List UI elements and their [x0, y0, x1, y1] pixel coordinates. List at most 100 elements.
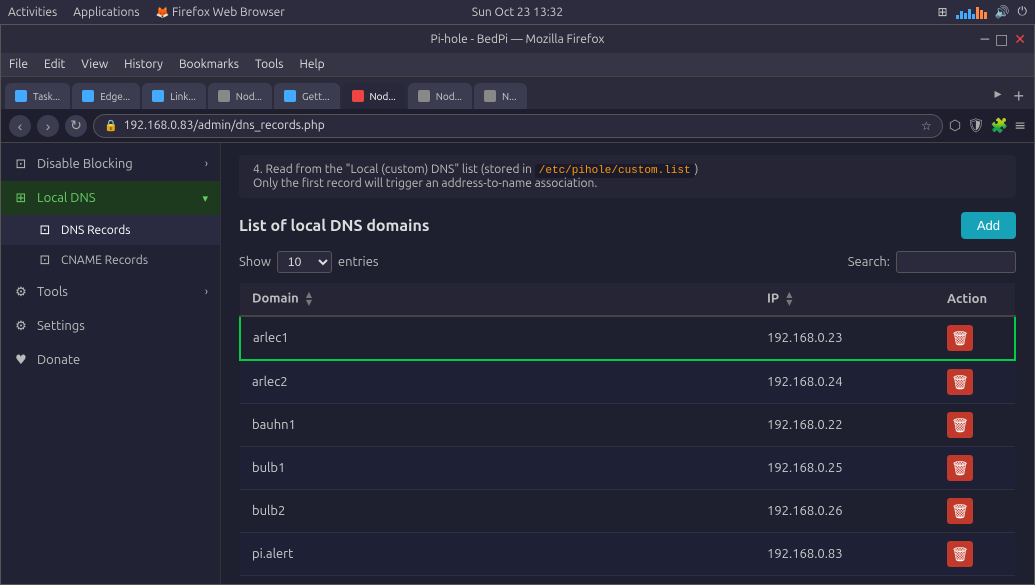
delete-btn[interactable]: 🗑	[947, 498, 973, 524]
bookmark-icon[interactable]: ☆	[921, 119, 932, 133]
tab-nod1[interactable]: Nod...	[208, 83, 272, 109]
menu-help[interactable]: Help	[300, 58, 325, 71]
os-power-icon[interactable]: ⏻	[1018, 5, 1028, 19]
info-note: Only the first record will trigger an ad…	[253, 177, 597, 190]
tab-edge[interactable]: Edge...	[72, 83, 140, 109]
show-label: Show	[239, 255, 271, 269]
dns-table: Domain ▲▼ IP ▲▼ Action arlec1 192.168.0.2…	[239, 283, 1016, 576]
dns-records-label: DNS Records	[61, 224, 130, 237]
info-box: 4. Read from the "Local (custom) DNS" li…	[239, 155, 1016, 198]
sidebar-item-donate[interactable]: ♥ Donate	[1, 343, 220, 377]
settings-icon: ⚙	[13, 318, 29, 334]
tools-label: Tools	[37, 285, 68, 299]
address-text: 192.168.0.83/admin/dns_records.php	[124, 119, 915, 132]
cell-domain: arlec1	[240, 316, 755, 360]
cell-action: 🗑	[935, 316, 1015, 360]
reload-btn[interactable]: ↻	[65, 115, 87, 137]
menu-history[interactable]: History	[124, 58, 163, 71]
cell-action: 🗑	[935, 404, 1015, 447]
browser-addressbar: ‹ › ↻ 🔒 192.168.0.83/admin/dns_records.p…	[1, 109, 1034, 143]
browser-menubar: File Edit View History Bookmarks Tools H…	[1, 53, 1034, 77]
cell-action: 🗑	[935, 490, 1015, 533]
table-row: bulb2192.168.0.26 🗑	[240, 490, 1015, 533]
table-row: arlec2192.168.0.24🗑	[240, 360, 1015, 404]
addon-icon[interactable]: 🧩	[991, 117, 1008, 134]
menu-file[interactable]: File	[9, 58, 28, 71]
cname-records-icon: ⊡	[37, 252, 53, 268]
delete-btn[interactable]: 🗑	[947, 325, 973, 351]
new-tab-btn[interactable]: +	[1007, 83, 1030, 109]
minimize-btn[interactable]: ─	[981, 31, 989, 48]
search-label: Search:	[848, 255, 890, 269]
sidebar-item-tools[interactable]: ⚙ Tools ›	[1, 275, 220, 309]
tab-link[interactable]: Link...	[142, 83, 206, 109]
tabs-overflow-icon[interactable]: ▸	[990, 85, 1005, 102]
disable-blocking-icon: ⊡	[13, 156, 29, 172]
menu-tools[interactable]: Tools	[255, 58, 284, 71]
browser-tabs-bar: Task... Edge... Link... Nod... Gett... N…	[1, 77, 1034, 109]
activities-btn[interactable]: Activities	[8, 6, 57, 19]
cell-ip: 192.168.0.83	[755, 533, 935, 576]
menu-edit[interactable]: Edit	[44, 58, 65, 71]
local-dns-label: Local DNS	[37, 191, 96, 205]
cell-ip: 192.168.0.25	[755, 447, 935, 490]
browser-window: Pi-hole - BedPi — Mozilla Firefox ─ □ ✕ …	[0, 24, 1035, 585]
close-btn[interactable]: ✕	[1014, 31, 1026, 48]
menu-icon[interactable]: ≡	[1014, 117, 1026, 134]
cell-ip: 192.168.0.26	[755, 490, 935, 533]
tab-task[interactable]: Task...	[5, 83, 70, 109]
tab-pihole[interactable]: Nod...	[342, 83, 406, 109]
entries-select[interactable]: 10 25 50 100	[277, 251, 332, 273]
local-dns-arrow: ▾	[202, 192, 208, 205]
tab-favicon	[484, 90, 496, 102]
back-btn[interactable]: ‹	[9, 115, 31, 137]
maximize-btn[interactable]: □	[995, 31, 1008, 48]
os-datetime: Sun Oct 23 13:32	[472, 6, 563, 19]
delete-btn[interactable]: 🗑	[947, 369, 973, 395]
cell-domain: bulb1	[240, 447, 755, 490]
address-bar[interactable]: 🔒 192.168.0.83/admin/dns_records.php ☆	[93, 114, 943, 138]
cell-domain: bulb2	[240, 490, 755, 533]
sort-domain-icon: ▲▼	[306, 291, 312, 307]
tools-icon: ⚙	[13, 284, 29, 300]
sidebar-item-settings[interactable]: ⚙ Settings	[1, 309, 220, 343]
section-title: List of local DNS domains	[239, 217, 429, 235]
tab-nod3[interactable]: Nod...	[408, 83, 472, 109]
forward-btn[interactable]: ›	[37, 115, 59, 137]
menu-bookmarks[interactable]: Bookmarks	[179, 58, 239, 71]
delete-btn[interactable]: 🗑	[947, 455, 973, 481]
delete-btn[interactable]: 🗑	[947, 412, 973, 438]
cell-action: 🗑	[935, 360, 1015, 404]
pocket-icon[interactable]: ⬡	[949, 117, 961, 134]
tab-n[interactable]: N...	[474, 83, 527, 109]
sidebar: ⊡ Disable Blocking › ⊞ Local DNS ▾ ⊡ DNS…	[1, 143, 221, 584]
cname-records-label: CNAME Records	[61, 254, 148, 267]
os-sound-icon[interactable]: 🔊	[995, 5, 1010, 19]
col-domain[interactable]: Domain ▲▼	[240, 283, 755, 316]
menu-view[interactable]: View	[81, 58, 108, 71]
local-dns-icon: ⊞	[13, 190, 29, 206]
os-topbar: Activities Applications 🦊 Firefox Web Br…	[0, 0, 1035, 24]
tab-gett[interactable]: Gett...	[274, 83, 340, 109]
sidebar-item-cname-records[interactable]: ⊡ CNAME Records	[1, 245, 220, 275]
cell-action: 🗑	[935, 533, 1015, 576]
add-button[interactable]: Add	[961, 212, 1016, 239]
tab-favicon	[352, 90, 364, 102]
donate-label: Donate	[37, 353, 80, 367]
shield-icon[interactable]: 🛡	[967, 117, 985, 134]
applications-btn[interactable]: Applications	[73, 6, 139, 19]
lock-icon: 🔒	[104, 119, 118, 132]
search-input[interactable]	[896, 251, 1016, 273]
entries-label: entries	[338, 255, 379, 269]
info-step4: 4. Read from the "Local (custom) DNS" li…	[253, 163, 535, 176]
os-network-icon: ⊞	[937, 5, 947, 19]
col-ip[interactable]: IP ▲▼	[755, 283, 935, 316]
search-box: Search:	[848, 251, 1016, 273]
delete-btn[interactable]: 🗑	[947, 541, 973, 567]
sidebar-item-local-dns[interactable]: ⊞ Local DNS ▾	[1, 181, 220, 215]
sidebar-item-disable-blocking[interactable]: ⊡ Disable Blocking ›	[1, 147, 220, 181]
sidebar-item-dns-records[interactable]: ⊡ DNS Records	[1, 215, 220, 245]
table-row: pi.alert192.168.0.83🗑	[240, 533, 1015, 576]
col-action: Action	[935, 283, 1015, 316]
settings-label: Settings	[37, 319, 85, 333]
